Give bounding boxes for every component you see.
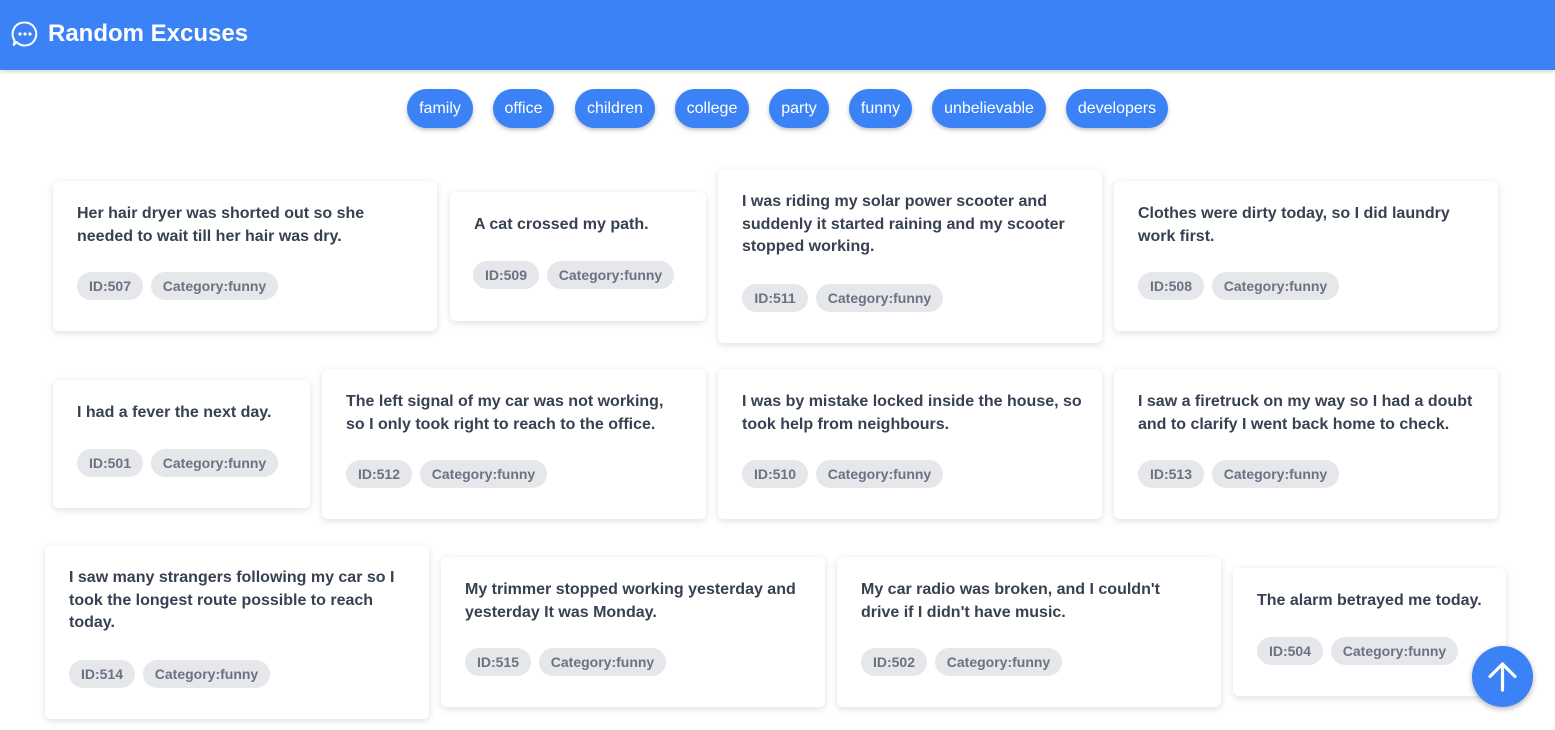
excuse-category-badge: Category:funny: [143, 660, 270, 688]
excuse-text: I was by mistake locked inside the house…: [742, 393, 1082, 433]
excuse-card: My car radio was broken, and I couldn't …: [837, 557, 1221, 707]
excuse-id-badge: ID:501: [77, 449, 143, 477]
excuse-text: I saw many strangers following my car so…: [69, 569, 395, 631]
category-chip-developers[interactable]: developers: [1066, 89, 1168, 128]
category-chip-office[interactable]: office: [493, 89, 554, 128]
chat-bubble-dots-icon: [11, 21, 38, 47]
arrow-up-icon: [1488, 662, 1517, 692]
category-chip-unbelievable[interactable]: unbelievable: [932, 89, 1046, 128]
app-title: Random Excuses: [48, 20, 249, 47]
excuse-id-badge: ID:509: [473, 261, 539, 289]
excuse-text: My car radio was broken, and I couldn't …: [861, 581, 1160, 621]
excuse-card: I saw many strangers following my car so…: [45, 546, 429, 719]
excuse-category-badge: Category:funny: [151, 272, 278, 300]
excuse-id-badge: ID:511: [742, 284, 808, 312]
excuse-id-badge: ID:510: [742, 460, 808, 488]
category-chip-funny[interactable]: funny: [849, 89, 912, 128]
excuse-text: Her hair dryer was shorted out so she ne…: [77, 205, 365, 245]
category-chip-college[interactable]: college: [675, 89, 749, 128]
excuse-id-badge: ID:513: [1138, 460, 1204, 488]
category-chip-party[interactable]: party: [769, 89, 829, 128]
excuse-category-badge: Category:funny: [1212, 272, 1339, 300]
excuse-category-badge: Category:funny: [1331, 637, 1458, 665]
app-header: Random Excuses: [0, 0, 1555, 70]
excuse-text: My trimmer stopped working yesterday and…: [465, 581, 796, 621]
excuse-id-badge: ID:504: [1257, 637, 1323, 665]
excuse-card: The left signal of my car was not workin…: [322, 369, 706, 519]
excuse-id-badge: ID:508: [1138, 272, 1204, 300]
excuse-id-badge: ID:502: [861, 648, 927, 676]
excuse-category-badge: Category:funny: [539, 648, 666, 676]
excuse-card: My trimmer stopped working yesterday and…: [441, 557, 825, 707]
scroll-to-top-button[interactable]: [1472, 646, 1533, 707]
excuse-card: I was riding my solar power scooter and …: [718, 170, 1102, 343]
excuse-text: I had a fever the next day.: [77, 404, 272, 421]
excuse-text: I saw a firetruck on my way so I had a d…: [1138, 393, 1473, 433]
category-chip-children[interactable]: children: [575, 89, 655, 128]
excuse-category-badge: Category:funny: [547, 261, 674, 289]
category-chip-family[interactable]: family: [407, 89, 473, 128]
excuse-text: Clothes were dirty today, so I did laund…: [1138, 205, 1450, 245]
excuse-category-badge: Category:funny: [816, 284, 943, 312]
excuse-text: A cat crossed my path.: [474, 216, 649, 233]
excuse-text: The left signal of my car was not workin…: [346, 393, 664, 433]
excuse-id-badge: ID:515: [465, 648, 531, 676]
excuse-card: I saw a firetruck on my way so I had a d…: [1114, 369, 1498, 519]
excuse-card: Her hair dryer was shorted out so she ne…: [53, 181, 437, 331]
excuse-text: I was riding my solar power scooter and …: [742, 193, 1065, 255]
excuse-category-badge: Category:funny: [151, 449, 278, 477]
excuse-category-badge: Category:funny: [420, 460, 547, 488]
excuse-card: The alarm betrayed me today. ID:504 Cate…: [1233, 568, 1506, 696]
excuse-card: I had a fever the next day. ID:501 Categ…: [53, 380, 310, 508]
excuse-text: The alarm betrayed me today.: [1257, 592, 1482, 609]
excuse-card: Clothes were dirty today, so I did laund…: [1114, 181, 1498, 331]
excuse-card: I was by mistake locked inside the house…: [718, 369, 1102, 519]
excuse-id-badge: ID:512: [346, 460, 412, 488]
excuse-id-badge: ID:514: [69, 660, 135, 688]
excuse-card: A cat crossed my path. ID:509 Category:f…: [450, 192, 706, 321]
excuse-category-badge: Category:funny: [1212, 460, 1339, 488]
excuse-id-badge: ID:507: [77, 272, 143, 300]
excuse-category-badge: Category:funny: [816, 460, 943, 488]
excuse-category-badge: Category:funny: [935, 648, 1062, 676]
